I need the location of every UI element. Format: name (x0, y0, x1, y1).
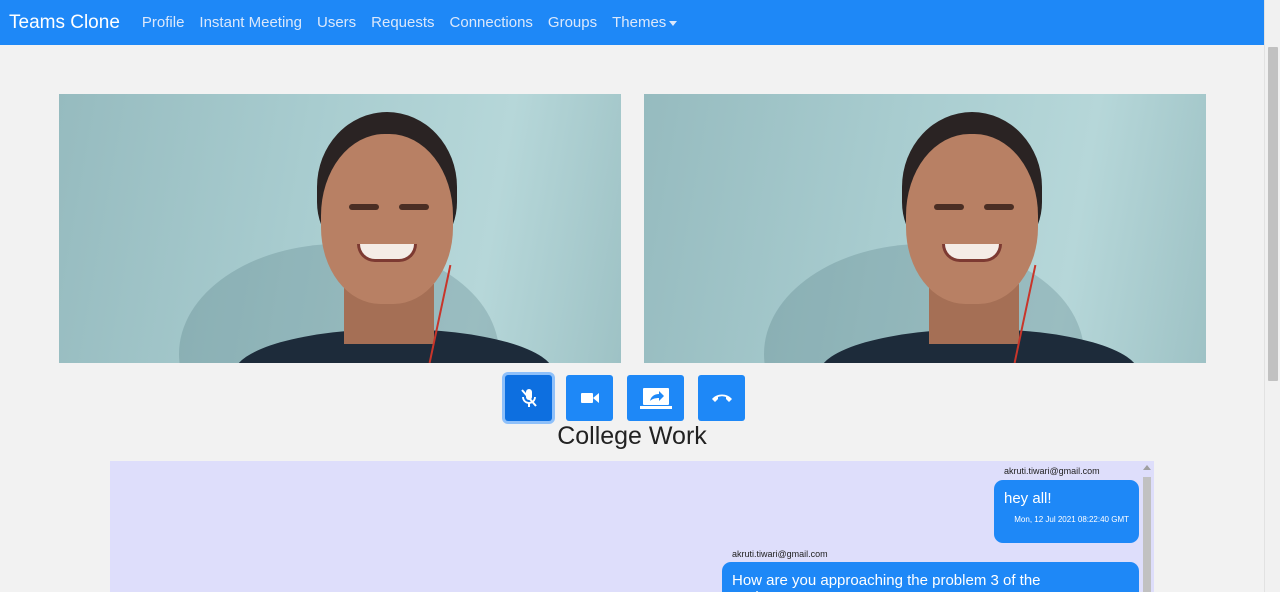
message-timestamp: Mon, 12 Jul 2021 08:22:40 GMT (1014, 515, 1129, 524)
mic-off-icon (520, 389, 537, 407)
navbar: Teams Clone Profile Instant Meeting User… (0, 0, 1264, 45)
nav-instant-meeting[interactable]: Instant Meeting (199, 14, 302, 31)
remote-video (644, 94, 1206, 363)
brand-link[interactable]: Teams Clone (9, 12, 120, 34)
phone-hangup-icon (711, 394, 732, 402)
hang-up-button[interactable] (698, 375, 745, 421)
chat-scrollbar-thumb[interactable] (1143, 477, 1151, 592)
mute-button[interactable] (505, 375, 552, 421)
video-camera-icon (580, 393, 599, 403)
nav-themes-label: Themes (612, 14, 667, 31)
meeting-title: College Work (557, 422, 707, 450)
message-bubble: hey all! Mon, 12 Jul 2021 08:22:40 GMT (994, 480, 1139, 543)
page-scrollbar-thumb[interactable] (1268, 47, 1278, 381)
nav-requests[interactable]: Requests (371, 14, 434, 31)
nav-profile[interactable]: Profile (142, 14, 185, 31)
nav-users[interactable]: Users (317, 14, 356, 31)
screen-share-icon (639, 388, 672, 409)
chat-panel[interactable]: akruti.tiwari@gmail.com hey all! Mon, 12… (110, 461, 1154, 592)
video-toggle-button[interactable] (566, 375, 613, 421)
nav-connections[interactable]: Connections (450, 14, 533, 31)
message-sender: akruti.tiwari@gmail.com (1004, 466, 1100, 476)
call-controls (0, 375, 1264, 422)
local-video (59, 94, 621, 363)
caret-down-icon (669, 20, 678, 26)
message-text: How are you approaching the problem 3 of… (732, 572, 1041, 592)
message-sender: akruti.tiwari@gmail.com (732, 549, 828, 559)
nav-groups[interactable]: Groups (548, 14, 597, 31)
screen-share-button[interactable] (627, 375, 684, 421)
page-scrollbar[interactable] (1264, 0, 1280, 592)
nav-themes-dropdown[interactable]: Themes (612, 14, 678, 31)
scroll-up-arrow-icon[interactable] (1143, 465, 1151, 470)
message-text: hey all! (1004, 490, 1052, 507)
chat-scrollbar[interactable] (1140, 461, 1154, 592)
message-bubble: How are you approaching the problem 3 of… (722, 562, 1139, 592)
